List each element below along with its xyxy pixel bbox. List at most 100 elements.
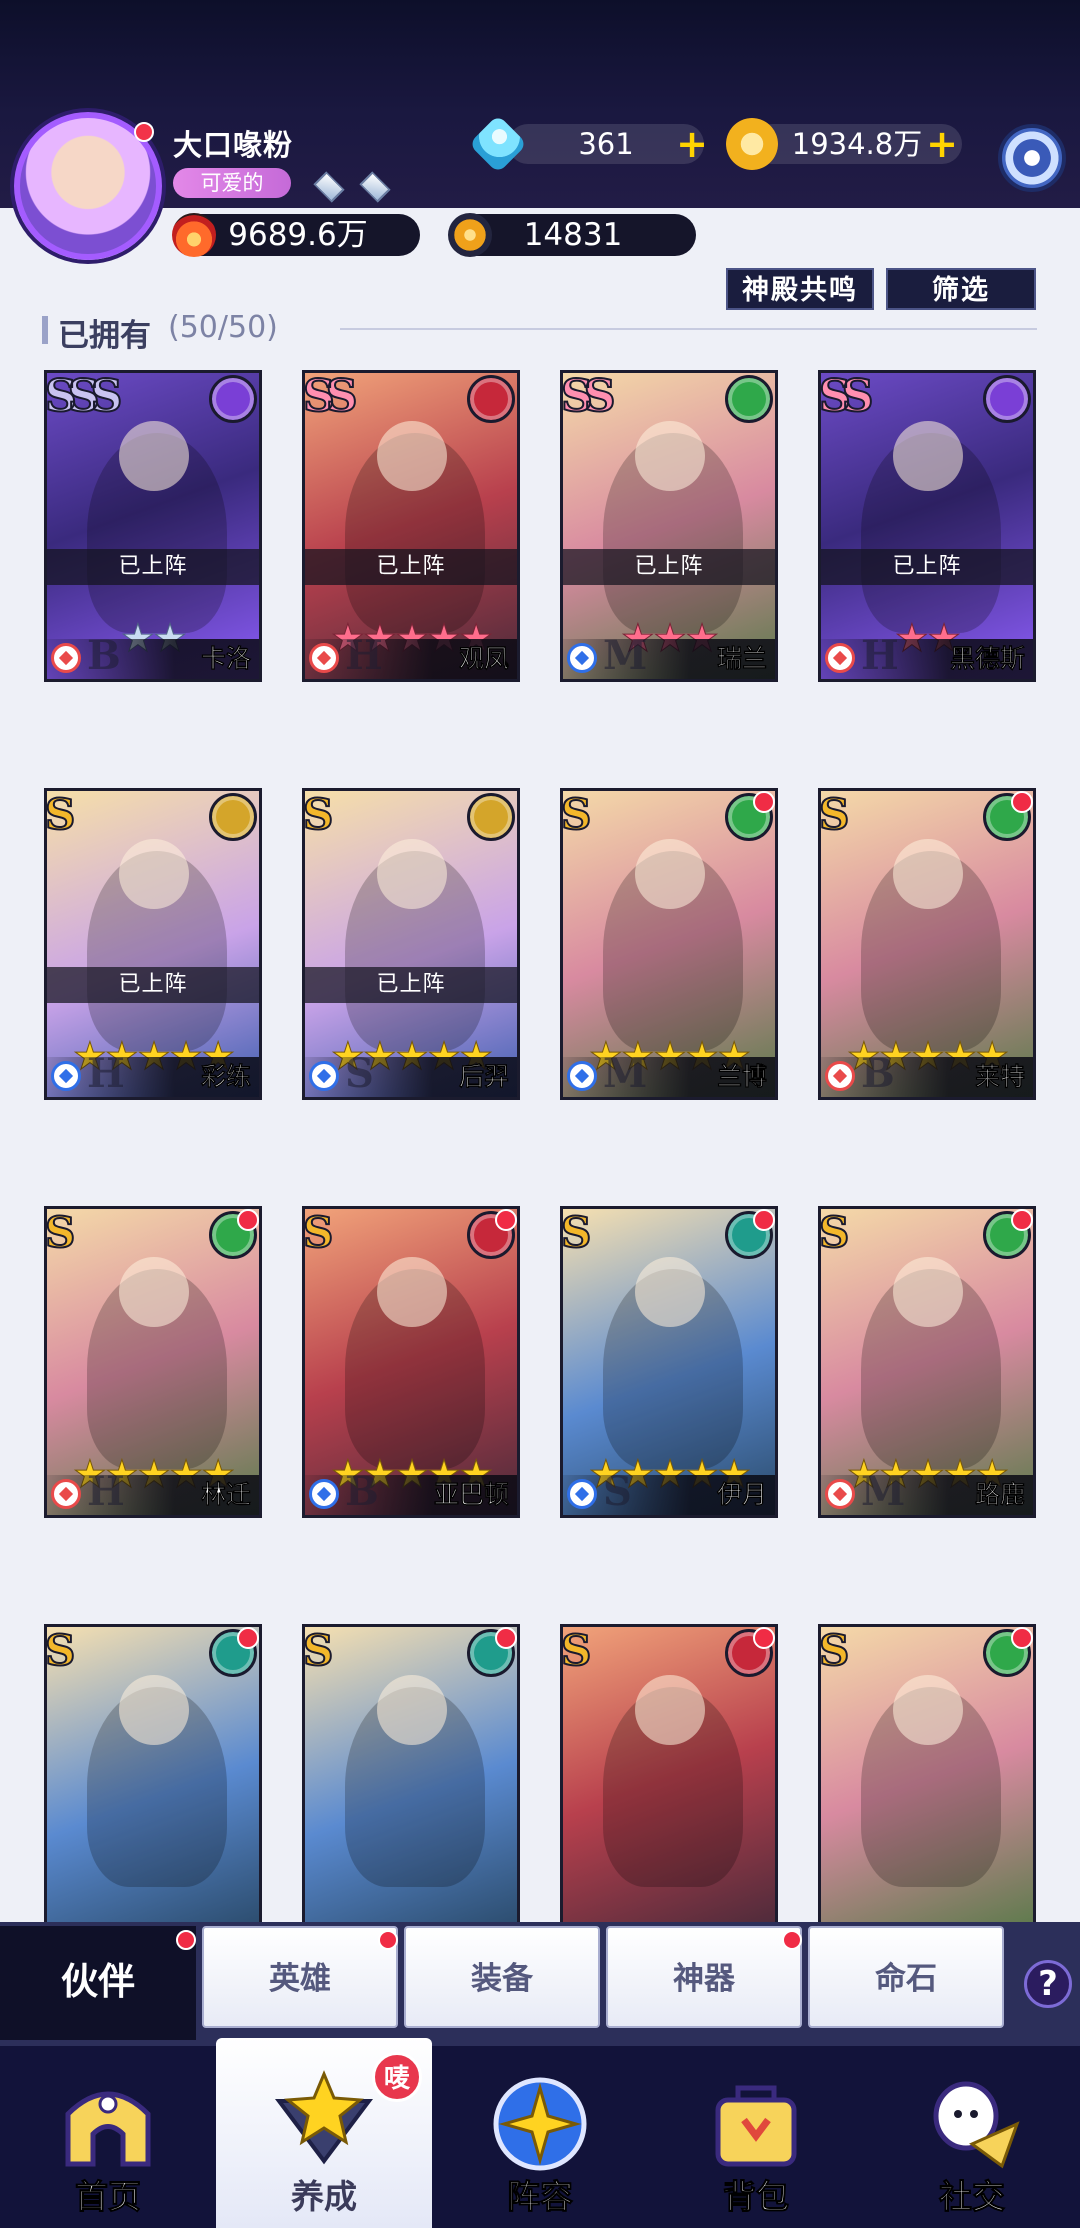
tab-fate-stones[interactable]: 命石	[808, 1926, 1004, 2028]
nav-lineup-label: 阵容	[507, 2177, 574, 2217]
temple-resonance-button[interactable]: 神殿共鸣	[726, 268, 874, 310]
hero-card[interactable]: S	[818, 1624, 1036, 1922]
hero-card[interactable]: S ★★★★★ B 莱特	[818, 788, 1036, 1100]
top-header	[0, 0, 1080, 208]
hero-card[interactable]: S ★★★★★ M 路鹿	[818, 1206, 1036, 1518]
role-letter: B	[345, 1468, 379, 1515]
deployed-label: 已上阵	[563, 549, 775, 585]
grade-badge: S	[561, 1208, 592, 1258]
grade-badge: S	[561, 790, 592, 840]
light-faction-icon	[209, 793, 257, 841]
grade-badge: S	[45, 790, 76, 840]
grade-badge: S	[819, 1208, 850, 1258]
role-letter: S	[345, 1050, 374, 1097]
deployed-label: 已上阵	[47, 967, 259, 1003]
hero-card[interactable]: SS 已上阵 ★★★ M 瑞兰	[560, 370, 778, 682]
deployed-label: 已上阵	[305, 967, 517, 1003]
gold-coin-icon	[726, 118, 778, 170]
role-letter: H	[87, 1050, 125, 1097]
grade-badge: S	[819, 1626, 850, 1676]
upgrade-icon	[274, 2066, 374, 2166]
nav-social[interactable]: 社交	[864, 2046, 1080, 2228]
class-icon	[309, 643, 339, 673]
filter-button[interactable]: 筛选	[886, 268, 1036, 310]
nav-backpack-label: 背包	[723, 2177, 790, 2217]
class-icon	[567, 643, 597, 673]
hero-name: 观凤	[458, 644, 510, 674]
player-title-badge[interactable]: 可爱的	[173, 168, 291, 198]
nav-social-label: 社交	[939, 2177, 1006, 2217]
nav-lineup[interactable]: 阵容	[432, 2046, 648, 2228]
dark-faction-icon	[983, 375, 1031, 423]
hero-name: 林迁	[200, 1480, 252, 1510]
notification-dot	[1011, 1627, 1033, 1649]
nav-upgrade[interactable]: 唛 养成	[216, 2038, 432, 2228]
owned-count: (50/50)	[168, 310, 278, 345]
hero-card[interactable]: S	[302, 1624, 520, 1922]
settings-gear-icon[interactable]	[998, 124, 1066, 192]
tab-artifacts-notification-dot	[782, 1930, 802, 1950]
grade-badge: SS	[303, 371, 359, 423]
hero-card[interactable]: S ★★★★★ S 伊月	[560, 1206, 778, 1518]
tab-heroes-notification-dot	[378, 1930, 398, 1950]
grade-badge: S	[45, 1626, 76, 1676]
tab-equipment[interactable]: 装备	[404, 1926, 600, 2028]
grade-badge: S	[303, 1626, 334, 1676]
add-gold-button[interactable]: +	[926, 125, 958, 163]
hero-card[interactable]: SS 已上阵 ★★ H 黑德斯	[818, 370, 1036, 682]
grade-badge: S	[303, 790, 334, 840]
class-icon	[51, 1479, 81, 1509]
class-icon	[309, 1479, 339, 1509]
section-marker	[42, 316, 48, 344]
hero-card[interactable]: S 已上阵 ★★★★★ H 彩练	[44, 788, 262, 1100]
grade-badge: S	[561, 1626, 592, 1676]
role-letter: M	[603, 632, 648, 679]
hero-card[interactable]: S ★★★★★ B 亚巴顿	[302, 1206, 520, 1518]
class-icon	[309, 1061, 339, 1091]
grade-badge: S	[45, 1208, 76, 1258]
grade-badge: SS	[561, 371, 617, 423]
nav-home-label: 首页	[75, 2177, 142, 2217]
star-exp-icon	[448, 213, 492, 257]
notification-dot	[753, 1627, 775, 1649]
tab-partners-notification-dot	[176, 1930, 196, 1950]
tab-artifacts[interactable]: 神器	[606, 1926, 802, 2028]
hero-card[interactable]: S ★★★★★ M 兰博	[560, 788, 778, 1100]
hero-name: 卡洛	[200, 644, 252, 674]
deployed-label: 已上阵	[305, 549, 517, 585]
notification-dot	[237, 1627, 259, 1649]
nav-backpack[interactable]: 背包	[648, 2046, 864, 2228]
help-icon[interactable]: ?	[1024, 1960, 1072, 2008]
social-icon	[922, 2074, 1022, 2174]
class-icon	[51, 643, 81, 673]
hero-card[interactable]: S ★★★★★ H 林迁	[44, 1206, 262, 1518]
role-letter: B	[861, 1050, 895, 1097]
tab-heroes[interactable]: 英雄	[202, 1926, 398, 2028]
notification-dot	[753, 791, 775, 813]
nav-upgrade-badge: 唛	[372, 2052, 422, 2102]
hero-card[interactable]: SSS 已上阵 ★★ B 卡洛	[44, 370, 262, 682]
hero-name: 瑞兰	[716, 644, 768, 674]
class-icon	[567, 1479, 597, 1509]
rank-gem-icon	[312, 170, 344, 198]
light-faction-icon	[467, 793, 515, 841]
tab-partners[interactable]: 伙伴	[0, 1926, 196, 2040]
notification-dot	[753, 1209, 775, 1231]
hero-name: 伊月	[716, 1480, 768, 1510]
nav-upgrade-label: 养成	[291, 2177, 357, 2216]
backpack-icon	[706, 2074, 806, 2174]
deployed-label: 已上阵	[821, 549, 1033, 585]
category-tabs: 伙伴 英雄 装备 神器 命石	[0, 1922, 1080, 2046]
owned-label: 已拥有	[58, 318, 151, 354]
hero-card[interactable]: S	[44, 1624, 262, 1922]
class-icon	[825, 1479, 855, 1509]
deployed-label: 已上阵	[47, 549, 259, 585]
home-icon	[58, 2074, 158, 2174]
add-diamond-button[interactable]: +	[676, 125, 708, 163]
hero-name: 亚巴顿	[433, 1480, 510, 1510]
hero-card[interactable]: S	[560, 1624, 778, 1922]
nav-home[interactable]: 首页	[0, 2046, 216, 2228]
dark-faction-icon	[209, 375, 257, 423]
hero-card[interactable]: S 已上阵 ★★★★★ S 后羿	[302, 788, 520, 1100]
hero-card[interactable]: SS 已上阵 ★★★★★ H 观凤	[302, 370, 520, 682]
